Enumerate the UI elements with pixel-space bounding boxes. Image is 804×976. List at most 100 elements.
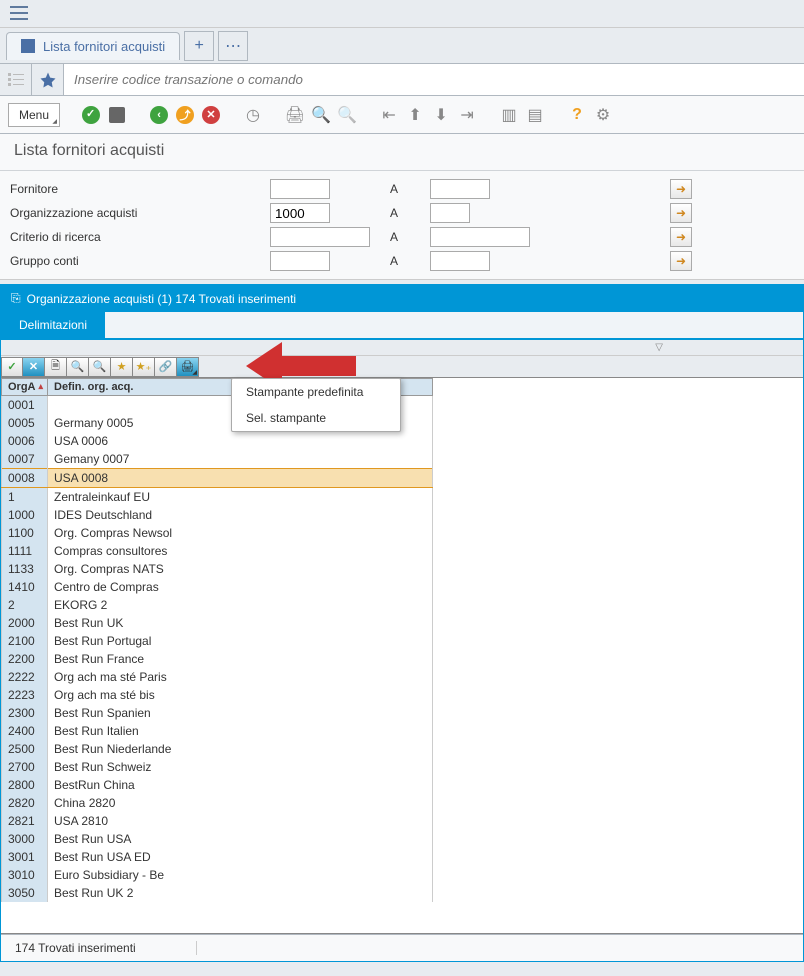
favorite-icon[interactable]: ★ (111, 357, 133, 377)
menu-button[interactable]: Menu (8, 103, 60, 127)
command-bar (0, 64, 804, 96)
default-printer-item[interactable]: Stampante predefinita (232, 379, 400, 405)
save-icon[interactable] (106, 104, 128, 126)
data-grid-wrapper: OrgA Defin. org. acq. 00010005Germany 00… (1, 378, 803, 934)
print-icon[interactable]: 🖨 (284, 104, 306, 126)
grid-toolbar: ✓ ✕ 🗎 🔍 🔍 ★ ★₊ 🔗 🖨 Stampante predefinita… (1, 356, 803, 378)
list-icon (21, 39, 35, 53)
select-printer-item[interactable]: Sel. stampante (232, 405, 400, 431)
criterio-from-input[interactable] (270, 227, 370, 247)
accept-icon[interactable]: ✓ (1, 357, 23, 377)
gruppo-from-input[interactable] (270, 251, 330, 271)
table-row[interactable]: 2820China 2820 (2, 794, 433, 812)
to-label: A (390, 254, 430, 268)
status-text: 174 Trovati inserimenti (15, 941, 136, 955)
fornitore-from-input[interactable] (270, 179, 330, 199)
table-row[interactable]: 2500Best Run Niederlande (2, 740, 433, 758)
table-row[interactable]: 3050Best Run UK 2 (2, 884, 433, 902)
print-dropdown-button[interactable]: 🖨 (177, 357, 199, 377)
table-row[interactable]: 1100Org. Compras Newsol (2, 524, 433, 542)
link-icon[interactable]: 🔗 (155, 357, 177, 377)
filter-label: Fornitore (10, 182, 270, 196)
tab-bar: Lista fornitori acquisti + ⋯ (0, 28, 804, 64)
table-row[interactable]: 0008USA 0008 (2, 469, 433, 488)
table-row[interactable]: 1133Org. Compras NATS (2, 560, 433, 578)
table-row[interactable]: 1410Centro de Compras (2, 578, 433, 596)
fornitore-to-input[interactable] (430, 179, 490, 199)
prev-page-icon[interactable]: ⬆ (404, 104, 426, 126)
close-icon[interactable]: ✕ (23, 357, 45, 377)
hamburger-menu-icon[interactable] (10, 6, 28, 20)
table-row[interactable]: 2222Org ach ma sté Paris (2, 668, 433, 686)
table-row[interactable]: 3000Best Run USA (2, 830, 433, 848)
col-orga[interactable]: OrgA (2, 379, 48, 396)
multi-select-icon[interactable]: ➜ (670, 251, 692, 271)
org-table: OrgA Defin. org. acq. 00010005Germany 00… (1, 378, 433, 902)
table-row[interactable]: 2000Best Run UK (2, 614, 433, 632)
table-row[interactable]: 0007Gemany 0007 (2, 450, 433, 469)
tab-delimitazioni[interactable]: Delimitazioni (1, 312, 105, 338)
table-row[interactable]: 1000IDES Deutschland (2, 506, 433, 524)
find-icon[interactable]: 🔍 (310, 104, 332, 126)
new-tab-button[interactable]: + (184, 31, 214, 61)
main-toolbar: Menu ‹ ⤴ ✕ ◷ 🖨 🔍 🔍 ⇤ ⬆ ⬇ ⇥ ▥ ▤ ? ⚙ (0, 96, 804, 134)
table-row[interactable]: 3001Best Run USA ED (2, 848, 433, 866)
add-favorite-icon[interactable]: ★₊ (133, 357, 155, 377)
dialog-tabs: Delimitazioni (1, 312, 803, 340)
filter-label: Criterio di ricerca (10, 230, 270, 244)
cancel-icon[interactable]: ✕ (200, 104, 222, 126)
export-icon: ⎘ (11, 291, 21, 306)
list-view-icon[interactable] (0, 64, 32, 96)
active-tab[interactable]: Lista fornitori acquisti (6, 32, 180, 60)
tab-title: Lista fornitori acquisti (43, 39, 165, 54)
table-row[interactable]: 2300Best Run Spanien (2, 704, 433, 722)
back-icon[interactable]: ‹ (148, 104, 170, 126)
search-help-dialog: ⎘ Organizzazione acquisti (1) 174 Trovat… (0, 284, 804, 962)
multi-select-icon[interactable]: ➜ (670, 203, 692, 223)
next-page-icon[interactable]: ⬇ (430, 104, 452, 126)
table-row[interactable]: 2800BestRun China (2, 776, 433, 794)
table-row[interactable]: 2200Best Run France (2, 650, 433, 668)
table-row[interactable]: 0006USA 0006 (2, 432, 433, 450)
clock-icon[interactable]: ◷ (242, 104, 264, 126)
multi-select-icon[interactable]: ➜ (670, 179, 692, 199)
last-page-icon[interactable]: ⇥ (456, 104, 478, 126)
favorites-icon[interactable] (32, 64, 64, 96)
table-row[interactable]: 2100Best Run Portugal (2, 632, 433, 650)
table-row[interactable]: 1Zentraleinkauf EU (2, 488, 433, 507)
to-label: A (390, 206, 430, 220)
gruppo-to-input[interactable] (430, 251, 490, 271)
find-next-icon[interactable]: 🔍 (336, 104, 358, 126)
transaction-input[interactable] (64, 64, 804, 95)
criterio-to-input[interactable] (430, 227, 530, 247)
print-dropdown-menu: Stampante predefinita Sel. stampante (231, 378, 401, 432)
org-to-input[interactable] (430, 203, 470, 223)
accept-icon[interactable] (80, 104, 102, 126)
first-page-icon[interactable]: ⇤ (378, 104, 400, 126)
binoculars-icon[interactable]: 🔍 (67, 357, 89, 377)
settings-icon[interactable]: ⚙ (592, 104, 614, 126)
table-row[interactable]: 2223Org ach ma sté bis (2, 686, 433, 704)
layout2-icon[interactable]: ▤ (524, 104, 546, 126)
filter-label: Organizzazione acquisti (10, 206, 270, 220)
table-row[interactable]: 1111Compras consultores (2, 542, 433, 560)
tab-options-button[interactable]: ⋯ (218, 31, 248, 61)
table-row[interactable]: 2821USA 2810 (2, 812, 433, 830)
help-icon[interactable]: ? (566, 104, 588, 126)
org-from-input[interactable] (270, 203, 330, 223)
document-icon[interactable]: 🗎 (45, 357, 67, 377)
page-title: Lista fornitori acquisti (0, 134, 804, 171)
filter-form: Fornitore A ➜ Organizzazione acquisti A … (0, 171, 804, 280)
table-row[interactable]: 2400Best Run Italien (2, 722, 433, 740)
table-row[interactable]: 2700Best Run Schweiz (2, 758, 433, 776)
layout-icon[interactable]: ▥ (498, 104, 520, 126)
to-label: A (390, 230, 430, 244)
multi-select-icon[interactable]: ➜ (670, 227, 692, 247)
table-row[interactable]: 3010Euro Subsidiary - Be (2, 866, 433, 884)
collapse-toggle[interactable]: ▽ (1, 340, 803, 356)
binoculars-next-icon[interactable]: 🔍 (89, 357, 111, 377)
table-row[interactable]: 2EKORG 2 (2, 596, 433, 614)
to-label: A (390, 182, 430, 196)
exit-icon[interactable]: ⤴ (174, 104, 196, 126)
filter-label: Gruppo conti (10, 254, 270, 268)
